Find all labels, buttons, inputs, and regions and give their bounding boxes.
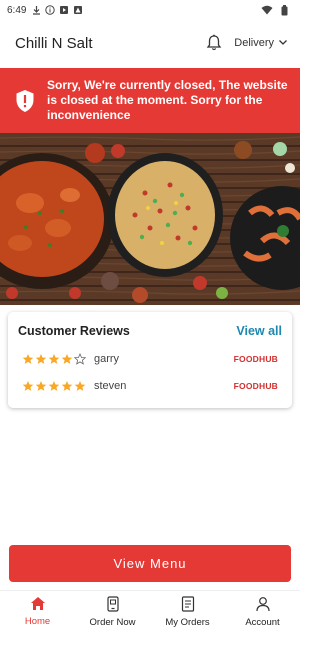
view-all-link[interactable]: View all (236, 324, 282, 338)
account-icon (255, 596, 271, 615)
star-rating (22, 352, 86, 365)
shield-alert-icon (15, 89, 35, 113)
star-filled-icon (61, 353, 73, 364)
nav-item-home[interactable]: Home (0, 591, 75, 632)
system-nav-area (0, 632, 300, 650)
status-time: 6:49 (7, 4, 27, 16)
status-bar: 6:49 (0, 0, 300, 20)
wifi-icon (261, 5, 273, 15)
hero-food-image (0, 133, 300, 305)
nav-item-account[interactable]: Account (225, 591, 300, 632)
nav-label: Account (245, 616, 280, 628)
star-filled-icon (35, 353, 47, 364)
review-source-badge: FOODHUB (233, 380, 278, 391)
delivery-selector[interactable]: Delivery (234, 37, 288, 49)
nav-item-order-now[interactable]: Order Now (75, 591, 150, 632)
star-outline-icon (74, 352, 86, 365)
nav-label: My Orders (165, 616, 210, 628)
reviewer-name: garry (94, 352, 120, 365)
battery-icon (281, 4, 288, 16)
nav-label: Home (24, 616, 51, 627)
warning-icon (73, 5, 83, 15)
star-filled-icon (48, 353, 60, 364)
nav-item-my-orders[interactable]: My Orders (150, 591, 225, 632)
restaurant-title: Chilli N Salt (15, 34, 93, 52)
reviews-heading: Customer Reviews (18, 324, 130, 338)
media-icon (59, 5, 69, 15)
star-filled-icon (22, 380, 34, 391)
delivery-label: Delivery (234, 37, 274, 49)
app-bar: Chilli N Salt Delivery (0, 20, 300, 66)
review-source-badge: FOODHUB (233, 353, 278, 364)
reviewer-name: steven (94, 379, 127, 392)
star-filled-icon (35, 380, 47, 391)
star-filled-icon (61, 380, 73, 391)
info-icon (45, 5, 56, 15)
phone-order-icon (106, 595, 120, 615)
closed-banner: Sorry, We're currently closed, The websi… (0, 68, 300, 133)
home-icon (30, 596, 46, 614)
star-filled-icon (48, 380, 60, 391)
bell-icon[interactable] (206, 34, 222, 52)
download-icon (32, 5, 41, 15)
star-filled-icon (74, 380, 86, 391)
review-item: steven FOODHUB (18, 372, 282, 399)
view-menu-button[interactable]: View Menu (9, 545, 291, 582)
chevron-down-icon (278, 37, 288, 49)
customer-reviews-card: Customer Reviews View all garry FOODHUB … (8, 312, 292, 408)
bottom-nav: Home Order Now My Orders Account (0, 590, 300, 632)
star-filled-icon (22, 353, 34, 364)
receipt-icon (181, 595, 195, 615)
review-item: garry FOODHUB (18, 345, 282, 372)
nav-label: Order Now (89, 616, 136, 628)
star-rating (22, 380, 86, 392)
closed-message: Sorry, We're currently closed, The websi… (47, 78, 288, 122)
